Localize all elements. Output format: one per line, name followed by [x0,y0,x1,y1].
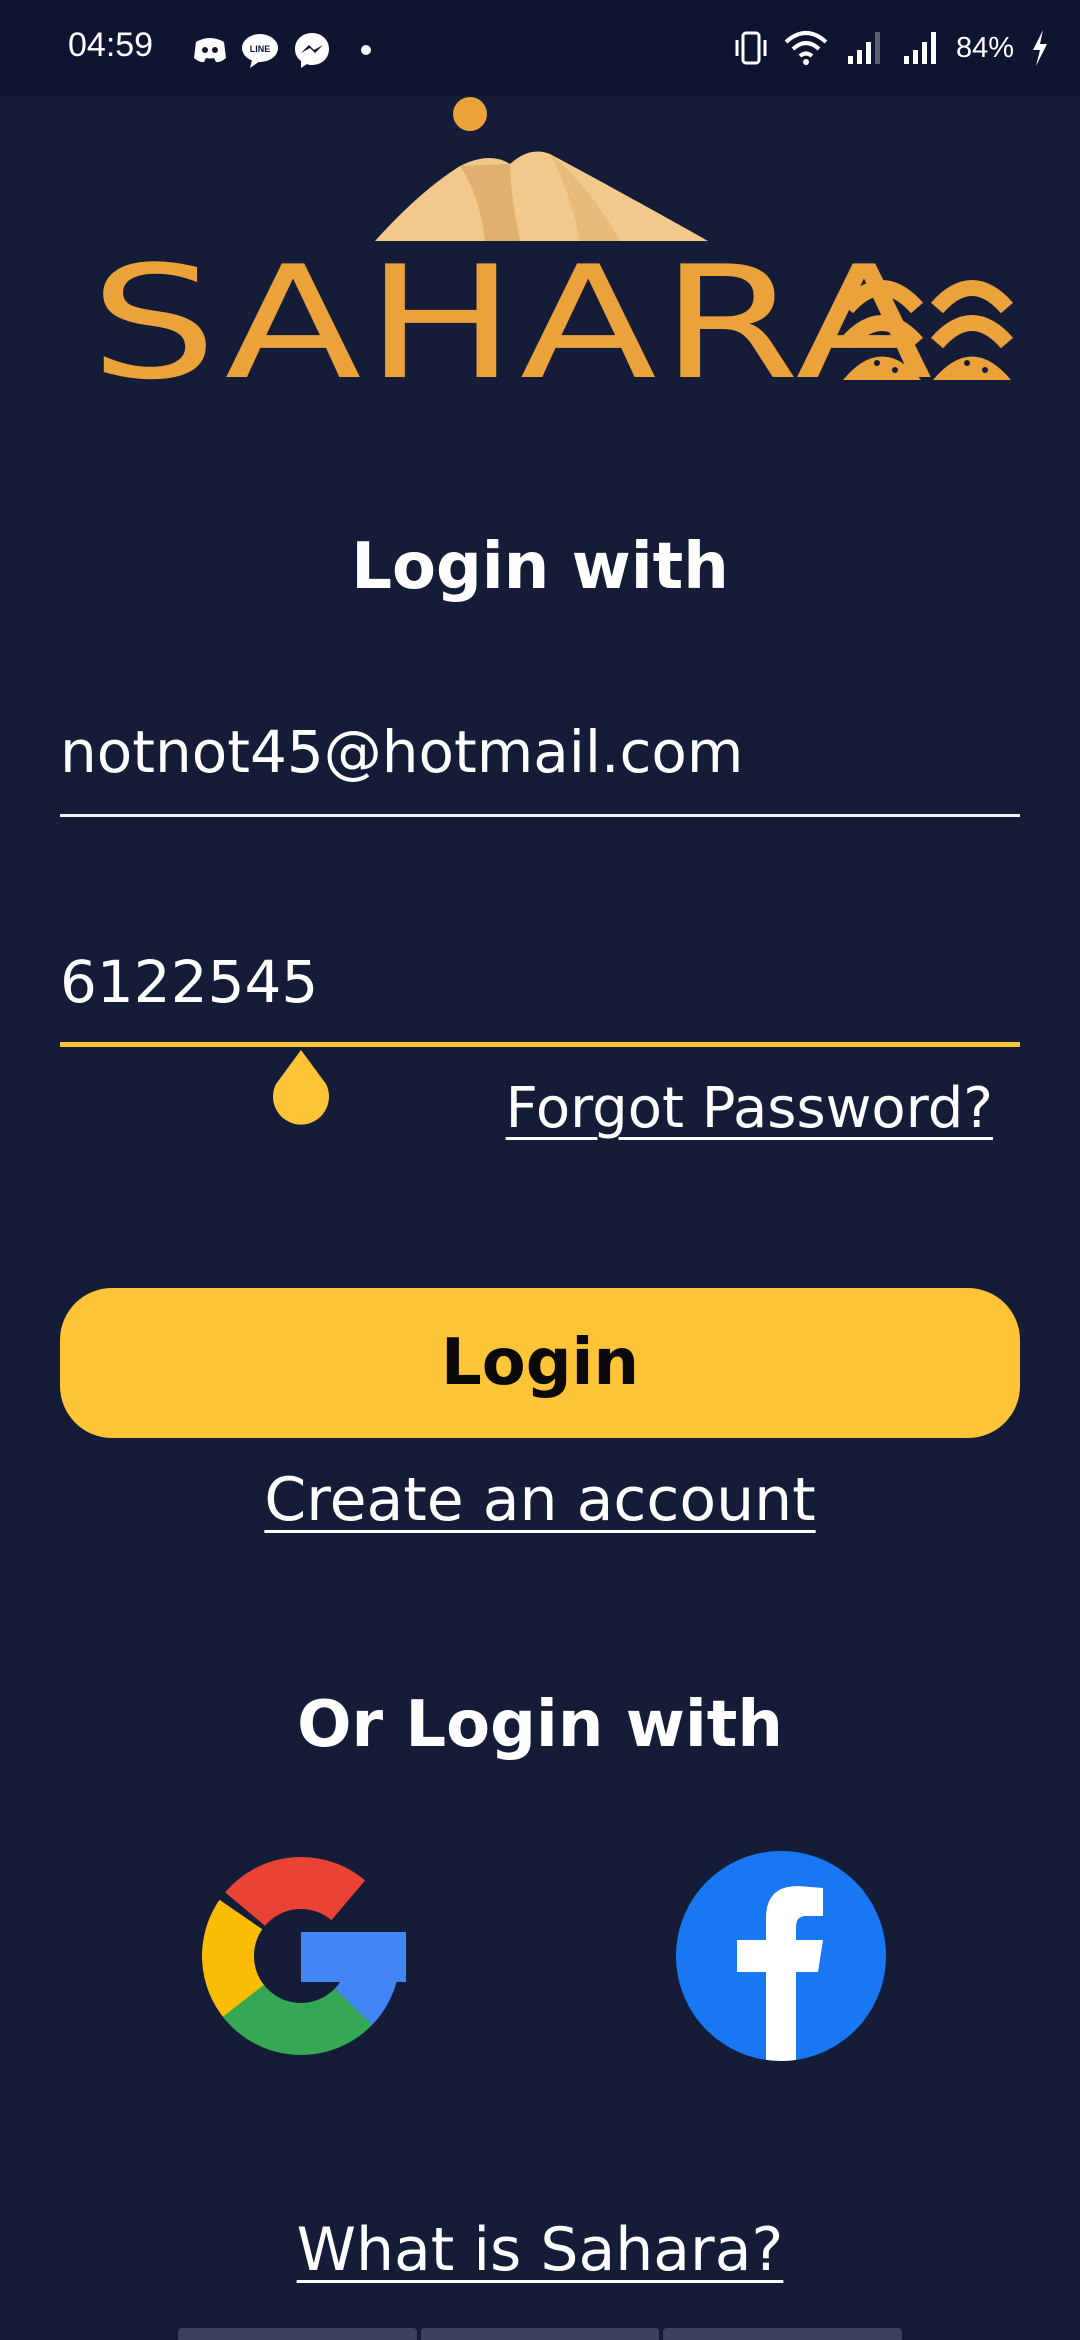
social-login-heading: Or Login with [297,1688,783,1762]
discord-icon [194,38,226,63]
text-cursor-handle[interactable] [268,1048,334,1126]
system-status: 84% [734,24,1050,72]
status-time: 04:59 [68,26,154,64]
bottom-segment [178,2328,417,2340]
signal-icon [903,32,936,64]
line-icon: LINE [242,34,278,68]
email-field-underline [60,814,1020,817]
signal-icon [847,32,880,64]
dot-icon [361,45,371,55]
logo-brand-text: SAHARA [90,232,937,415]
email-field-container [60,712,1020,820]
bottom-segment [663,2328,903,2340]
password-field-container [60,942,1020,1050]
forgot-password-link[interactable]: Forgot Password? [506,1076,993,1141]
sahara-logo: SAHARA [80,96,1020,426]
login-button[interactable]: Login [60,1288,1020,1438]
logo-waves-icon [840,280,1014,380]
email-field[interactable] [60,712,1020,792]
charging-icon [1033,30,1047,66]
login-heading: Login with [351,530,729,604]
status-bar: 04:59 LINE 84% [0,0,1080,96]
create-account-link-row: Create an account [0,1465,1080,1535]
what-is-sahara-link-row: What is Sahara? [0,2215,1080,2285]
bottom-sheet-edge [178,2328,903,2340]
password-field-underline [60,1042,1020,1047]
svg-text:LINE: LINE [250,44,271,54]
google-icon[interactable] [195,1850,407,2062]
password-field[interactable] [60,942,1020,1022]
what-is-sahara-link[interactable]: What is Sahara? [297,2215,784,2285]
battery-percent: 84% [955,31,1014,64]
vibrate-icon [735,31,767,65]
create-account-link[interactable]: Create an account [264,1465,815,1535]
bottom-segment [420,2328,660,2340]
facebook-icon[interactable] [675,1850,887,2062]
wifi-icon [784,31,828,65]
messenger-icon [295,33,329,68]
